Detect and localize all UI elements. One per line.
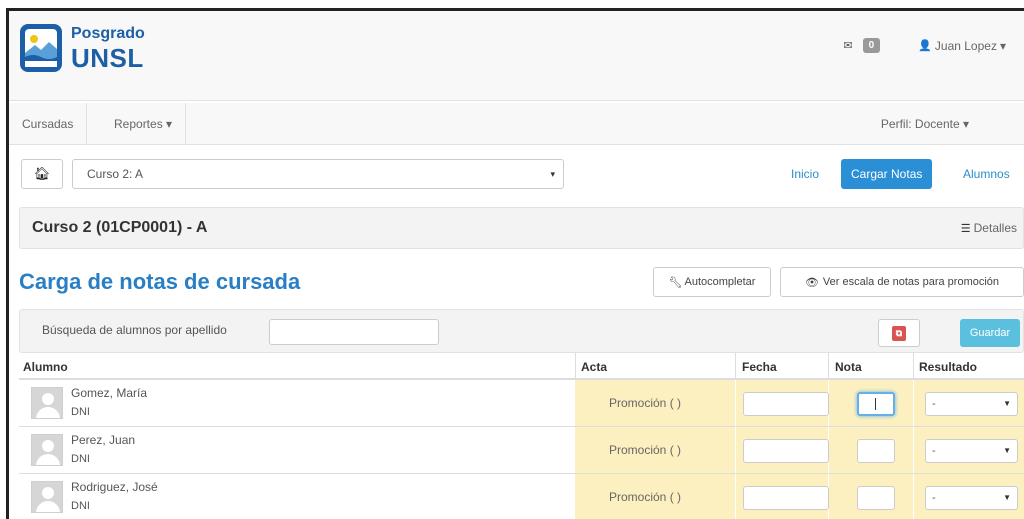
resultado-select[interactable]: - ▼ <box>925 486 1018 510</box>
column-divider <box>828 353 829 380</box>
envelope-icon[interactable]: ✉ <box>843 39 852 52</box>
search-panel: Búsqueda de alumnos por apellido ⧉ Guard… <box>19 309 1024 353</box>
student-dni: DNI <box>71 453 90 465</box>
chevron-down-icon: ▼ <box>1003 493 1011 502</box>
tab-cargar-notas[interactable]: Cargar Notas <box>841 159 933 189</box>
user-name: Juan Lopez <box>934 38 997 53</box>
resultado-value: - <box>932 445 936 457</box>
home-icon: 🏠︎ <box>33 166 51 181</box>
course-title-panel: Curso 2 (01CP0001) - A ☰ Detalles <box>19 207 1024 249</box>
nav-cursadas[interactable]: Cursadas <box>9 103 88 145</box>
save-button[interactable]: Guardar <box>960 319 1020 347</box>
nota-input[interactable] <box>857 486 895 510</box>
details-label: Detalles <box>973 221 1017 235</box>
header-actions: ✉ 0 👤 Juan Lopez ▾ <box>843 38 1006 53</box>
column-header-nota: Nota <box>835 360 862 374</box>
column-header-resultado: Resultado <box>919 360 978 374</box>
nav-reportes-label: Reportes <box>114 117 163 131</box>
chevron-down-icon: ▾ <box>166 117 173 131</box>
nav-perfil-label: Perfil: Docente <box>880 117 960 131</box>
nota-input[interactable] <box>857 439 895 463</box>
autocomplete-label: Autocompletar <box>684 276 756 288</box>
search-label: Búsqueda de alumnos por apellido <box>42 323 227 337</box>
table-row: Perez, Juan DNI Promoción ( ) - ▼ <box>19 427 1024 474</box>
wrench-icon: 🔧︎ <box>668 276 683 289</box>
avatar <box>31 387 63 419</box>
column-header-acta: Acta <box>581 360 608 374</box>
nav-perfil[interactable]: Perfil: Docente ▾ <box>868 103 982 145</box>
course-select-value: Curso 2: A <box>87 167 144 181</box>
tab-inicio[interactable]: Inicio <box>781 159 829 189</box>
avatar <box>31 481 63 513</box>
details-link[interactable]: ☰ Detalles <box>961 221 1017 235</box>
view-scale-button[interactable]: 👁︎ Ver escala de notas para promoción <box>780 267 1024 297</box>
chevron-down-icon: ▾ <box>962 117 969 131</box>
course-select[interactable]: Curso 2: A ▾ <box>72 159 564 189</box>
table-row: Rodriguez, José DNI Promoción ( ) - ▼ <box>19 474 1024 519</box>
student-dni: DNI <box>71 406 90 418</box>
app-window: Posgrado UNSL ✉ 0 👤 Juan Lopez ▾ Cursada… <box>6 8 1024 519</box>
table-row: Gomez, María DNI Promoción ( ) - ▼ <box>19 380 1024 427</box>
user-icon: 👤 <box>918 40 932 52</box>
resultado-value: - <box>932 492 936 504</box>
column-header-alumno: Alumno <box>23 360 68 374</box>
column-divider <box>913 353 914 380</box>
view-scale-label: Ver escala de notas para promoción <box>822 276 1000 288</box>
acta-value: Promoción ( ) <box>609 396 682 410</box>
tab-alumnos[interactable]: Alumnos <box>953 159 1020 189</box>
resultado-select[interactable]: - ▼ <box>925 439 1018 463</box>
nav-reportes[interactable]: Reportes ▾ <box>101 103 187 145</box>
eye-icon: 👁︎ <box>804 276 819 289</box>
chevron-down-icon: ▾ <box>999 38 1006 53</box>
student-name: Perez, Juan <box>71 433 136 447</box>
fecha-input[interactable] <box>743 439 829 463</box>
student-dni: DNI <box>71 500 90 512</box>
resultado-value: - <box>932 398 936 410</box>
user-menu[interactable]: 👤 Juan Lopez ▾ <box>918 39 1006 53</box>
logo-title-top: Posgrado <box>71 25 145 42</box>
search-input[interactable] <box>269 319 439 345</box>
autocomplete-button[interactable]: 🔧︎ Autocompletar <box>653 267 771 297</box>
fecha-input[interactable] <box>743 486 829 510</box>
chevron-down-icon: ▾ <box>550 169 555 179</box>
home-button[interactable]: 🏠︎ <box>21 159 63 189</box>
messages-badge[interactable]: 0 <box>862 38 881 53</box>
acta-value: Promoción ( ) <box>609 443 682 457</box>
student-name: Rodriguez, José <box>71 480 158 494</box>
column-divider <box>735 353 736 380</box>
top-header: Posgrado UNSL ✉ 0 👤 Juan Lopez ▾ <box>9 11 1024 101</box>
logo-title-main: UNSL <box>71 43 144 73</box>
main-navbar: Cursadas Reportes ▾ Perfil: Docente ▾ <box>9 103 1024 145</box>
acta-value: Promoción ( ) <box>609 490 682 504</box>
nota-input[interactable] <box>857 392 895 416</box>
unsl-logo-icon <box>20 24 62 72</box>
list-icon: ☰ <box>960 222 971 235</box>
grades-table: Alumno Acta Fecha Nota Resultado Gomez, … <box>19 353 1024 519</box>
student-name: Gomez, María <box>71 386 148 400</box>
pdf-icon: ⧉ <box>892 325 906 341</box>
course-selector-row: 🏠︎ Curso 2: A ▾ Inicio Cargar Notas Alum… <box>9 155 1024 195</box>
resultado-select[interactable]: - ▼ <box>925 392 1018 416</box>
chevron-down-icon: ▼ <box>1003 446 1011 455</box>
export-pdf-button[interactable]: ⧉ <box>878 319 920 347</box>
column-divider <box>575 353 576 380</box>
table-header: Alumno Acta Fecha Nota Resultado <box>19 353 1024 380</box>
column-header-fecha: Fecha <box>742 360 777 374</box>
chevron-down-icon: ▼ <box>1003 399 1011 408</box>
course-title: Curso 2 (01CP0001) - A <box>32 219 208 236</box>
avatar <box>31 434 63 466</box>
fecha-input[interactable] <box>743 392 829 416</box>
page-title: Carga de notas de cursada <box>19 269 301 294</box>
